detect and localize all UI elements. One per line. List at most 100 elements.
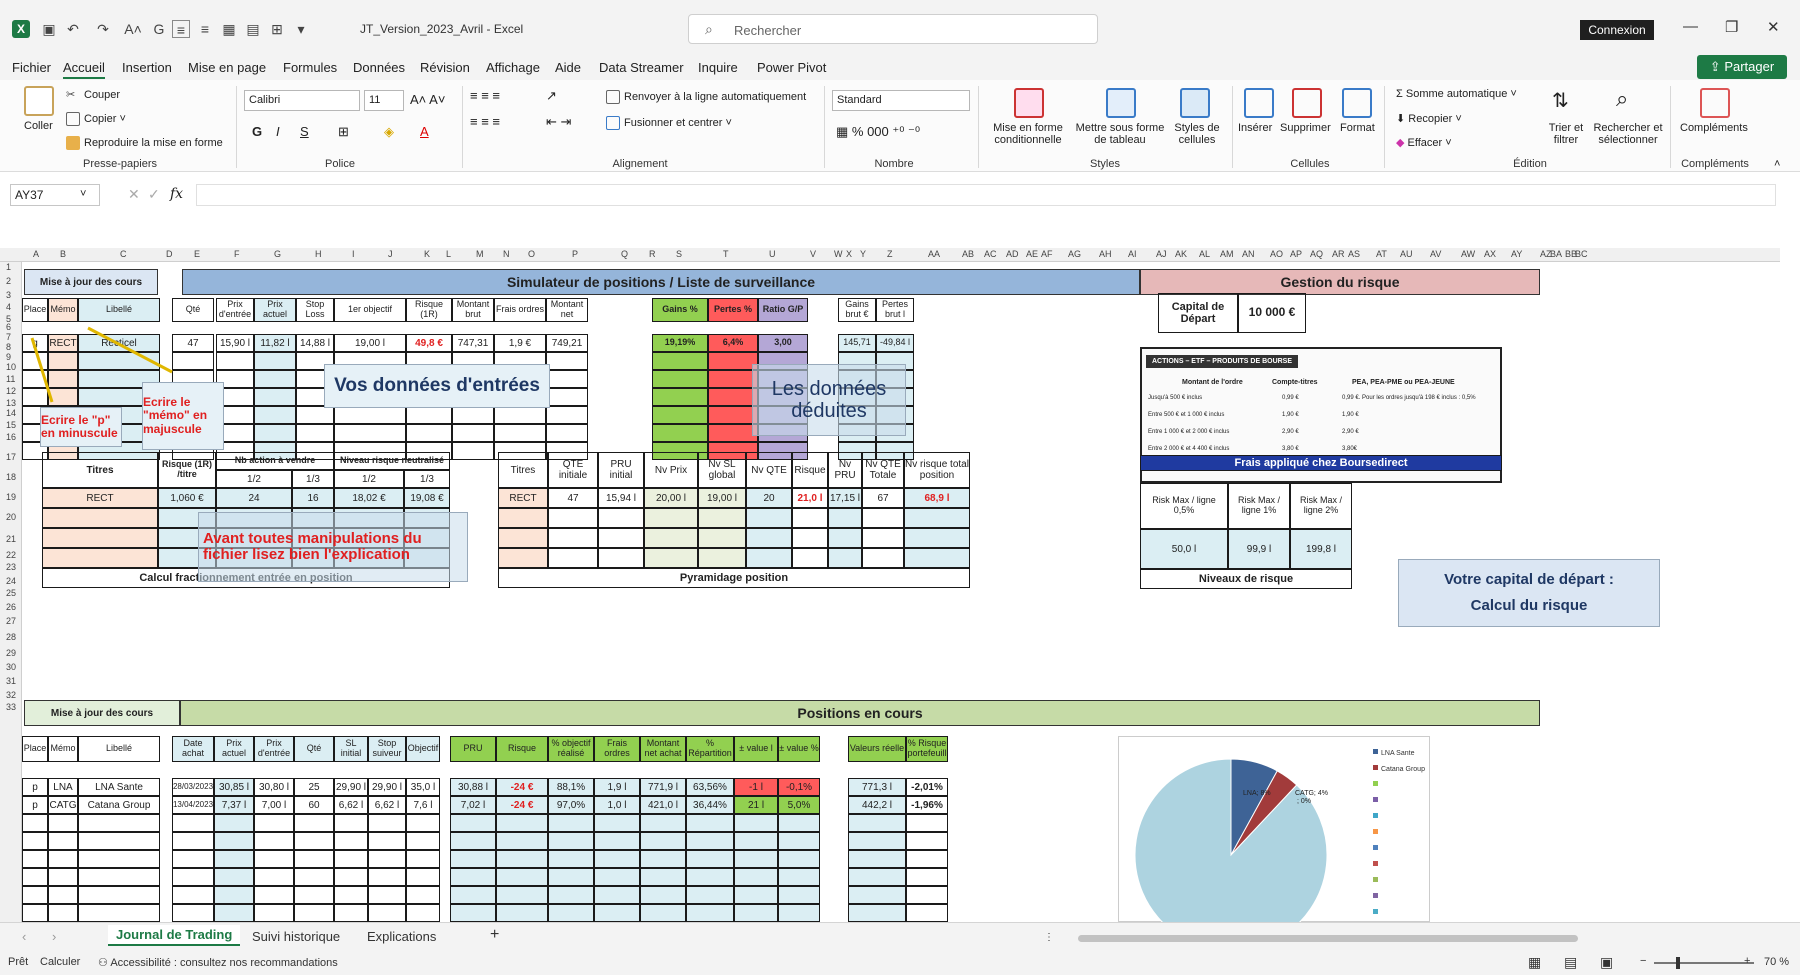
pos-cell[interactable]: 7,6 l bbox=[406, 796, 440, 814]
gb-value[interactable]: 145,71 bbox=[838, 334, 876, 352]
pyr-header[interactable]: Titres bbox=[498, 452, 548, 488]
tab-mise-en-page[interactable]: Mise en page bbox=[188, 60, 266, 75]
pos-empty-cell[interactable] bbox=[594, 904, 640, 922]
pyr-empty-cell[interactable] bbox=[644, 528, 698, 548]
pyr-empty-cell[interactable] bbox=[828, 548, 862, 568]
pyr-cell[interactable]: 17,15 l bbox=[828, 488, 862, 508]
pos-empty-cell[interactable] bbox=[778, 850, 820, 868]
pyr-header[interactable]: Nv risque total position bbox=[904, 452, 970, 488]
frac-subheader[interactable]: 1/2 bbox=[216, 470, 292, 488]
font-color-icon[interactable]: A bbox=[420, 124, 429, 139]
column-header[interactable]: D bbox=[166, 249, 173, 259]
pos-header[interactable]: % Risque portefeuill bbox=[906, 736, 948, 762]
pos-empty-cell[interactable] bbox=[734, 904, 778, 922]
pyr-empty-cell[interactable] bbox=[904, 548, 970, 568]
sim-empty-cell[interactable] bbox=[546, 424, 588, 442]
format-table-button[interactable]: Mettre sous forme de tableau bbox=[1072, 122, 1168, 146]
pos-cell[interactable]: 29,90 l bbox=[334, 778, 368, 796]
pos-header[interactable]: % Répartition bbox=[686, 736, 734, 762]
pos-empty-cell[interactable] bbox=[686, 904, 734, 922]
sim-header[interactable]: Mémo bbox=[48, 298, 78, 322]
addins-icon[interactable] bbox=[1700, 88, 1730, 118]
pyr-empty-cell[interactable] bbox=[792, 508, 828, 528]
pos-empty-cell[interactable] bbox=[496, 904, 548, 922]
frac-cell[interactable]: 19,08 € bbox=[404, 488, 450, 508]
column-header[interactable]: AV bbox=[1430, 249, 1441, 259]
pos-empty-cell[interactable] bbox=[48, 832, 78, 850]
pos-empty-cell[interactable] bbox=[848, 832, 906, 850]
row-header[interactable]: 29 bbox=[6, 648, 16, 658]
pos-empty-cell[interactable] bbox=[848, 814, 906, 832]
indent-icon[interactable]: ⇤ ⇥ bbox=[546, 114, 571, 130]
frac-header-nb[interactable]: Nb action à vendre bbox=[216, 452, 334, 470]
pos-header[interactable]: Qté bbox=[294, 736, 334, 762]
risk-level-header[interactable]: Risk Max / ligne 1% bbox=[1228, 483, 1290, 529]
format-cells-button[interactable]: Format bbox=[1340, 122, 1375, 134]
pos-empty-cell[interactable] bbox=[548, 850, 594, 868]
pos-empty-cell[interactable] bbox=[334, 868, 368, 886]
undo-icon[interactable]: ↶ bbox=[64, 20, 82, 38]
pos-empty-cell[interactable] bbox=[294, 868, 334, 886]
fill-button[interactable]: ⬇ Recopier ˅ bbox=[1396, 112, 1462, 125]
sim-empty-cell[interactable] bbox=[216, 352, 254, 370]
row-header[interactable]: 1 bbox=[6, 262, 11, 272]
pyr-empty-cell[interactable] bbox=[698, 508, 746, 528]
column-header[interactable]: W bbox=[834, 249, 843, 259]
tab-fichier[interactable]: Fichier bbox=[12, 60, 51, 75]
pos-cell[interactable]: 29,90 l bbox=[368, 778, 406, 796]
format-table-icon[interactable] bbox=[1106, 88, 1136, 118]
pos-empty-cell[interactable] bbox=[548, 814, 594, 832]
find-select-button[interactable]: Rechercher et sélectionner bbox=[1586, 122, 1670, 146]
pie-slice[interactable] bbox=[1134, 758, 1328, 922]
pos-header[interactable]: ± value l bbox=[734, 736, 778, 762]
pos-empty-cell[interactable] bbox=[254, 832, 294, 850]
pyr-cell[interactable]: 19,00 l bbox=[698, 488, 746, 508]
pos-empty-cell[interactable] bbox=[254, 868, 294, 886]
column-header[interactable]: AW bbox=[1461, 249, 1475, 259]
sim-empty-cell[interactable] bbox=[48, 352, 78, 370]
pos-cell[interactable]: 442,2 l bbox=[848, 796, 906, 814]
pos-empty-cell[interactable] bbox=[686, 868, 734, 886]
pos-cell[interactable]: 1,0 l bbox=[594, 796, 640, 814]
column-header[interactable]: AQ bbox=[1310, 249, 1323, 259]
pyr-cell[interactable]: 21,0 l bbox=[792, 488, 828, 508]
tab-power-pivot[interactable]: Power Pivot bbox=[757, 60, 826, 75]
pos-empty-cell[interactable] bbox=[734, 850, 778, 868]
pos-empty-cell[interactable] bbox=[450, 886, 496, 904]
pos-cell[interactable]: 30,80 l bbox=[254, 778, 294, 796]
column-header[interactable]: Z bbox=[887, 249, 893, 259]
column-header[interactable]: AK bbox=[1175, 249, 1187, 259]
pyr-empty-cell[interactable] bbox=[746, 548, 792, 568]
pyr-empty-cell[interactable] bbox=[904, 508, 970, 528]
pos-empty-cell[interactable] bbox=[368, 814, 406, 832]
column-header[interactable]: AA bbox=[928, 249, 940, 259]
column-header[interactable]: AF bbox=[1041, 249, 1053, 259]
column-header[interactable]: Y bbox=[860, 249, 866, 259]
zoom-thumb[interactable] bbox=[1676, 957, 1680, 969]
sim-cell[interactable]: 1,9 € bbox=[494, 334, 546, 352]
pos-empty-cell[interactable] bbox=[734, 832, 778, 850]
pos-empty-cell[interactable] bbox=[214, 886, 254, 904]
pyr-empty-cell[interactable] bbox=[698, 548, 746, 568]
pos-empty-cell[interactable] bbox=[368, 904, 406, 922]
delete-cells-button[interactable]: Supprimer bbox=[1280, 122, 1331, 134]
column-header[interactable]: I bbox=[352, 249, 355, 259]
frac-subheader[interactable]: 1/2 bbox=[334, 470, 404, 488]
save-icon[interactable]: ▣ bbox=[40, 20, 58, 38]
row-header[interactable]: 7 bbox=[6, 332, 11, 342]
pos-cell[interactable]: 6,62 l bbox=[368, 796, 406, 814]
row-header[interactable]: 27 bbox=[6, 616, 16, 626]
pos-empty-cell[interactable] bbox=[48, 850, 78, 868]
pos-header[interactable]: Prix d'entrée bbox=[254, 736, 294, 762]
find-select-icon[interactable]: ⌕ bbox=[1616, 86, 1628, 112]
pos-empty-cell[interactable] bbox=[78, 814, 160, 832]
gp-value[interactable]: 19,19% bbox=[652, 334, 708, 352]
row-header[interactable]: 14 bbox=[6, 408, 16, 418]
frac-empty-cell[interactable] bbox=[42, 548, 158, 568]
pos-cell[interactable]: 36,44% bbox=[686, 796, 734, 814]
cut-button[interactable]: ✂ Couper bbox=[66, 88, 120, 102]
sim-header[interactable]: 1er objectif bbox=[334, 298, 406, 322]
pos-empty-cell[interactable] bbox=[172, 814, 214, 832]
column-header[interactable]: Q bbox=[621, 249, 628, 259]
sim-empty-cell[interactable] bbox=[296, 406, 334, 424]
